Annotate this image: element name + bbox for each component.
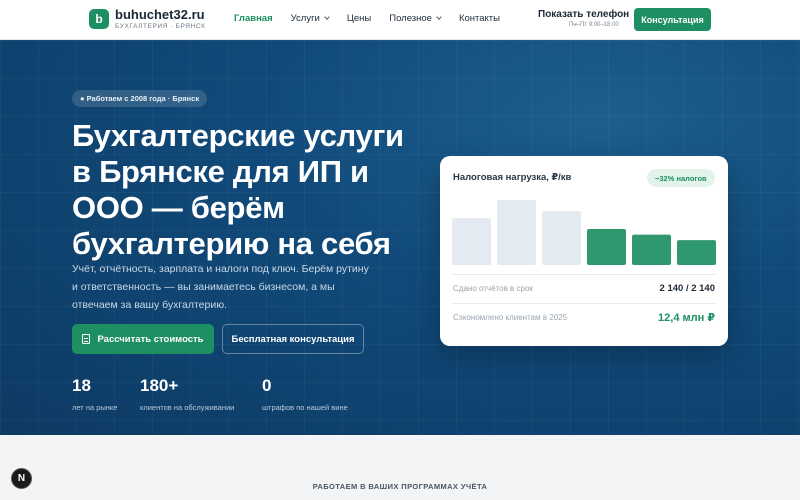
- calculator-icon: [82, 334, 91, 344]
- site-header: b buhuchet32.ru БУХГАЛТЕРИЯ · БРЯНСК Гла…: [0, 0, 800, 40]
- since-badge: ● Работаем с 2008 года · Брянск: [72, 90, 208, 107]
- consultation-button[interactable]: Консультация: [634, 8, 711, 31]
- tax-load-bar-chart: [452, 200, 716, 265]
- integrations-title: РАБОТАЕМ В ВАШИХ ПРОГРАММАХ УЧЁТА: [312, 482, 488, 491]
- site-name[interactable]: buhuchet32.ru: [115, 7, 205, 22]
- card-title: Налоговая нагрузка, ₽/кв: [453, 172, 572, 183]
- chevron-down-icon: [324, 14, 330, 20]
- reports-label: Сдано отчётов в срок: [453, 284, 533, 293]
- stat-fines: 0 штрафов по нашей вине: [262, 376, 348, 412]
- hero-section: ● Работаем с 2008 года · Брянск Бухгалте…: [0, 40, 800, 435]
- hero-lead: Учёт, отчётность, зарплата и налоги под …: [72, 263, 369, 311]
- stat-clients: 180+ клиентов на обслуживании: [140, 376, 235, 412]
- reports-value: 2 140 / 2 140: [659, 283, 715, 294]
- savings-value: 12,4 млн ₽: [658, 312, 715, 324]
- chart-bar-1: [452, 217, 491, 265]
- calculate-cost-button[interactable]: Рассчитать стоимость: [72, 324, 214, 354]
- logo-icon[interactable]: b: [89, 9, 109, 29]
- integrations-strip: РАБОТАЕМ В ВАШИХ ПРОГРАММАХ УЧЁТА: [0, 435, 800, 500]
- tax-reduction-badge: −32% налогов: [647, 169, 715, 187]
- chart-bar-6: [677, 240, 716, 265]
- nav-item-home[interactable]: Главная: [234, 13, 273, 24]
- chart-bar-3: [542, 211, 581, 265]
- dev-tools-badge[interactable]: N: [11, 468, 32, 489]
- nav-item-services[interactable]: Услуги: [291, 13, 330, 24]
- nav-item-contacts[interactable]: Контакты: [459, 13, 500, 24]
- nav-item-prices[interactable]: Цены: [347, 13, 371, 24]
- main-nav: Главная Услуги Цены Полезное Контакты: [234, 13, 518, 24]
- chart-bar-5: [632, 234, 671, 265]
- working-hours: Пн–Пт 9:00–18:00: [569, 22, 619, 28]
- tax-load-card: Налоговая нагрузка, ₽/кв −32% налогов Сд…: [440, 156, 728, 346]
- divider: [452, 303, 716, 304]
- hero-headline: Бухгалтерские услуги в Брянске для ИП и …: [72, 118, 404, 261]
- chevron-down-icon: [436, 14, 442, 20]
- nav-item-useful[interactable]: Полезное: [389, 13, 442, 24]
- divider: [452, 274, 716, 275]
- chart-bar-2: [497, 200, 536, 265]
- chart-bar-4: [587, 229, 626, 265]
- free-consultation-button[interactable]: Бесплатная консультация: [222, 324, 364, 354]
- savings-label: Сэкономлено клиентам в 2025: [453, 313, 568, 322]
- show-phone-link[interactable]: Показать телефон: [538, 9, 629, 20]
- stat-years: 18 лет на рынке: [72, 376, 118, 412]
- site-tagline: БУХГАЛТЕРИЯ · БРЯНСК: [115, 23, 206, 30]
